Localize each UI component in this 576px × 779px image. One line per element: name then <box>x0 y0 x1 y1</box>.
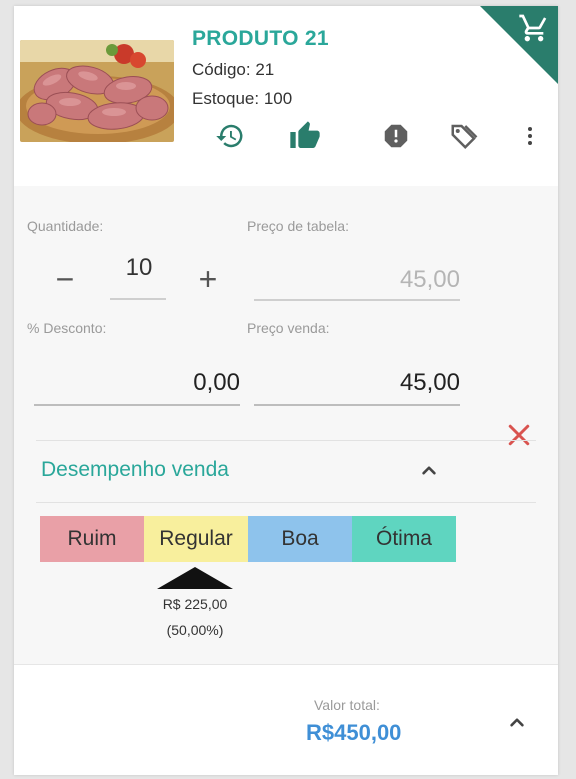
total-footer <box>14 664 558 775</box>
decrease-quantity-button[interactable]: − <box>49 263 81 295</box>
sale-price-label: Preço venda: <box>247 320 330 336</box>
performance-section-title[interactable]: Desempenho venda <box>41 458 229 482</box>
performance-marker-arrow <box>157 567 233 589</box>
tags-button[interactable] <box>444 116 484 156</box>
product-card: PRODUTO 21 Código: 21 Estoque: 100 Quant… <box>14 6 558 775</box>
more-options-button[interactable] <box>510 116 550 156</box>
product-header: PRODUTO 21 Código: 21 Estoque: 100 <box>14 6 558 186</box>
sale-price-underline <box>254 404 460 406</box>
performance-divider <box>36 502 536 503</box>
quantity-underline <box>110 298 166 300</box>
performance-top-divider <box>36 440 536 441</box>
table-price-label: Preço de tabela: <box>247 218 349 234</box>
total-label: Valor total: <box>314 697 380 713</box>
performance-level-ruim: Ruim <box>40 516 144 562</box>
remove-item-icon[interactable] <box>504 420 534 450</box>
discount-input[interactable]: 0,00 <box>34 369 240 397</box>
sale-price-input[interactable]: 45,00 <box>254 369 460 397</box>
increase-quantity-button[interactable]: + <box>192 263 224 295</box>
quantity-input[interactable]: 10 <box>111 254 167 282</box>
footer-chevron-up-icon[interactable] <box>504 710 530 736</box>
performance-level-boa: Boa <box>248 516 352 562</box>
total-value: R$450,00 <box>306 720 402 745</box>
quantity-label: Quantidade: <box>27 218 104 234</box>
shopping-cart-icon[interactable] <box>518 12 550 44</box>
tags-icon <box>451 124 478 150</box>
product-actions <box>192 116 552 158</box>
performance-level-regular: Regular <box>144 516 248 562</box>
product-stock: Estoque: 100 <box>192 89 293 108</box>
performance-level-otima: Ótima <box>352 516 456 562</box>
performance-marker-percent: (50,00%) <box>166 622 224 638</box>
table-price-field: 45,00 <box>399 266 460 293</box>
chevron-up-icon[interactable] <box>416 458 442 484</box>
history-button[interactable] <box>210 116 250 156</box>
like-button[interactable] <box>285 116 325 156</box>
thumbs-up-icon <box>290 121 320 148</box>
history-icon <box>216 124 243 148</box>
alert-button[interactable] <box>376 116 416 156</box>
performance-marker-value: R$ 225,00 <box>162 596 228 612</box>
more-vertical-icon <box>528 127 532 145</box>
product-title: PRODUTO 21 <box>192 27 329 50</box>
discount-underline <box>34 404 240 406</box>
table-price-underline <box>254 299 460 301</box>
discount-label: % Desconto: <box>27 320 107 336</box>
product-code: Código: 21 <box>192 60 275 79</box>
alert-icon <box>384 124 408 148</box>
product-photo <box>20 40 174 142</box>
